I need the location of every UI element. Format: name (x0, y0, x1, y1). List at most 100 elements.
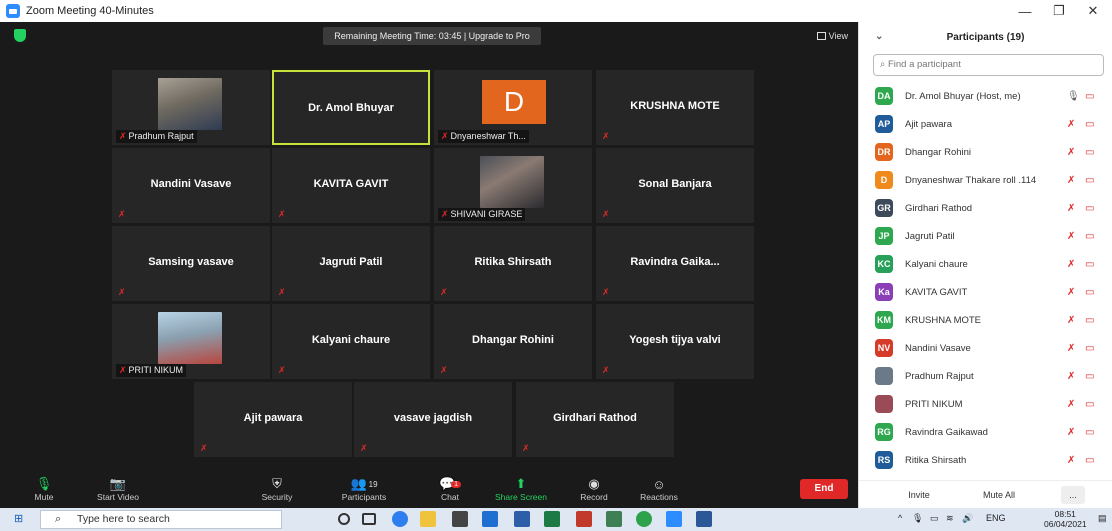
video-tile[interactable]: Yogesh tijya valvi ✗ (596, 304, 754, 379)
share-screen-button[interactable]: ⬆ Share Screen (490, 476, 552, 502)
language-indicator[interactable]: ENG (986, 513, 1006, 523)
video-tile[interactable]: KAVITA GAVIT ✗ (272, 148, 430, 223)
cortana-icon[interactable] (338, 513, 350, 525)
file-explorer-icon[interactable] (420, 511, 436, 527)
video-off-icon[interactable]: ▭ (1085, 399, 1094, 410)
video-tile[interactable]: ✗ PRITI NIKUM (112, 304, 270, 379)
maximize-button[interactable]: ❐ (1042, 0, 1076, 22)
video-off-icon[interactable]: ▭ (1085, 371, 1094, 382)
store-icon[interactable] (452, 511, 468, 527)
app-icon[interactable] (606, 511, 622, 527)
video-off-icon[interactable]: ▭ (1085, 203, 1094, 214)
mic-muted-icon[interactable]: ✗ (1067, 427, 1075, 438)
edge-browser-icon[interactable] (392, 511, 408, 527)
video-off-icon[interactable]: ▭ (1085, 315, 1094, 326)
participant-row[interactable]: NV Nandini Vasave ✗ ▭ (859, 334, 1112, 362)
excel-icon[interactable] (544, 511, 560, 527)
reactions-button[interactable]: ☺ Reactions (634, 476, 684, 503)
end-meeting-button[interactable]: End (800, 479, 848, 499)
volume-icon[interactable]: 🔊 (962, 513, 973, 524)
video-off-icon[interactable]: ▭ (1085, 175, 1094, 186)
wifi-icon[interactable]: ≋ (946, 513, 954, 524)
video-off-icon[interactable]: ▭ (1085, 427, 1094, 438)
participant-row[interactable]: DR Dhangar Rohini ✗ ▭ (859, 138, 1112, 166)
mic-muted-icon[interactable]: ✗ (1067, 371, 1075, 382)
video-tile[interactable]: Nandini Vasave ✗ (112, 148, 270, 223)
video-tile[interactable]: Ajit pawara ✗ (194, 382, 352, 457)
video-tile[interactable]: Dhangar Rohini ✗ (434, 304, 592, 379)
participant-row[interactable]: GR Girdhari Rathod ✗ ▭ (859, 194, 1112, 222)
video-off-icon[interactable]: ▭ (1085, 231, 1094, 242)
mic-muted-icon[interactable]: ✗ (1067, 119, 1075, 130)
mic-muted-icon[interactable]: ✗ (1067, 147, 1075, 158)
video-tile[interactable]: Girdhari Rathod ✗ (516, 382, 674, 457)
app-icon[interactable] (636, 511, 652, 527)
windows-start-icon[interactable]: ⊞ (14, 513, 26, 525)
app-icon[interactable] (514, 511, 530, 527)
participant-row[interactable]: KC Kalyani chaure ✗ ▭ (859, 250, 1112, 278)
video-tile[interactable]: Samsing vasave ✗ (112, 226, 270, 301)
mic-muted-icon[interactable]: ✗ (1067, 287, 1075, 298)
video-tile[interactable]: Sonal Banjara ✗ (596, 148, 754, 223)
chat-button[interactable]: 💬 1 Chat (432, 476, 468, 502)
mic-muted-icon[interactable]: ✗ (1067, 175, 1075, 186)
video-off-icon[interactable]: ▭ (1085, 119, 1094, 130)
video-tile[interactable]: Kalyani chaure ✗ (272, 304, 430, 379)
video-tile-active-speaker[interactable]: Dr. Amol Bhuyar (272, 70, 430, 145)
mic-muted-icon[interactable]: ✗ (1067, 203, 1075, 214)
mute-all-button[interactable]: Mute All (973, 486, 1025, 504)
participant-row[interactable]: Ka KAVITA GAVIT ✗ ▭ (859, 278, 1112, 306)
notification-icon[interactable]: ▤ (1098, 513, 1107, 524)
microphone-icon[interactable]: 🎙 (1067, 91, 1080, 102)
encryption-shield-icon[interactable] (14, 29, 26, 42)
system-clock[interactable]: 08:51 06/04/2021 (1044, 509, 1087, 529)
word-icon[interactable] (696, 511, 712, 527)
view-button[interactable]: View (816, 27, 848, 45)
mic-muted-icon[interactable]: ✗ (1067, 259, 1075, 270)
video-tile[interactable]: D ✗ Dnyaneshwar Th... (434, 70, 592, 145)
video-off-icon[interactable]: ▭ (1085, 147, 1094, 158)
invite-button[interactable]: Invite (899, 486, 939, 504)
video-off-icon[interactable]: ▭ (1085, 259, 1094, 270)
task-view-icon[interactable] (362, 513, 376, 525)
more-options-button[interactable]: ... (1061, 486, 1085, 504)
mic-muted-icon[interactable]: ✗ (1067, 399, 1075, 410)
mic-muted-icon[interactable]: ✗ (1067, 343, 1075, 354)
video-tile[interactable]: Ravindra Gaika... ✗ (596, 226, 754, 301)
mic-muted-icon[interactable]: ✗ (1067, 455, 1075, 466)
video-off-icon[interactable]: ▭ (1085, 91, 1094, 102)
video-tile[interactable]: ✗ SHIVANI GIRASE (434, 148, 592, 223)
zoom-taskbar-icon[interactable] (666, 511, 682, 527)
participant-row[interactable]: Pradhum Rajput ✗ ▭ (859, 362, 1112, 390)
participant-search-input[interactable]: ⌕ Find a participant (873, 54, 1104, 76)
video-tile[interactable]: Jagruti Patil ✗ (272, 226, 430, 301)
close-button[interactable]: ✕ (1076, 0, 1110, 22)
security-button[interactable]: ⛨ Security (257, 476, 297, 502)
participant-row[interactable]: AP Ajit pawara ✗ ▭ (859, 110, 1112, 138)
video-off-icon[interactable]: ▭ (1085, 287, 1094, 298)
record-button[interactable]: ◉ Record (574, 476, 614, 502)
start-video-button[interactable]: 📷 Start Video (90, 476, 146, 502)
battery-icon[interactable]: ▭ (930, 513, 939, 524)
mute-button[interactable]: 🎙 Mute (24, 476, 64, 502)
participant-row[interactable]: RG Ravindra Gaikawad ✗ ▭ (859, 418, 1112, 446)
minimize-button[interactable]: — (1008, 0, 1042, 22)
participant-row[interactable]: PRITI NIKUM ✗ ▭ (859, 390, 1112, 418)
mic-muted-icon[interactable]: ✗ (1067, 231, 1075, 242)
participant-row[interactable]: KM KRUSHNA MOTE ✗ ▭ (859, 306, 1112, 334)
remaining-time-banner[interactable]: Remaining Meeting Time: 03:45 | Upgrade … (323, 27, 541, 45)
video-off-icon[interactable]: ▭ (1085, 455, 1094, 466)
taskbar-search-input[interactable]: ⌕ Type here to search (40, 510, 282, 529)
chevron-down-icon[interactable]: ⌄ (875, 31, 883, 42)
app-icon[interactable] (576, 511, 592, 527)
microphone-tray-icon[interactable]: 🎙 (912, 513, 923, 524)
mail-icon[interactable] (482, 511, 498, 527)
participant-row[interactable]: JP Jagruti Patil ✗ ▭ (859, 222, 1112, 250)
video-tile[interactable]: KRUSHNA MOTE ✗ (596, 70, 754, 145)
participant-row[interactable]: D Dnyaneshwar Thakare roll .114 ✗ ▭ (859, 166, 1112, 194)
video-tile[interactable]: Ritika Shirsath ✗ (434, 226, 592, 301)
chevron-up-icon[interactable]: ^ (898, 513, 902, 523)
video-off-icon[interactable]: ▭ (1085, 343, 1094, 354)
participant-row[interactable]: RS Ritika Shirsath ✗ ▭ (859, 446, 1112, 474)
participants-button[interactable]: 👥 19 Participants (336, 476, 392, 502)
